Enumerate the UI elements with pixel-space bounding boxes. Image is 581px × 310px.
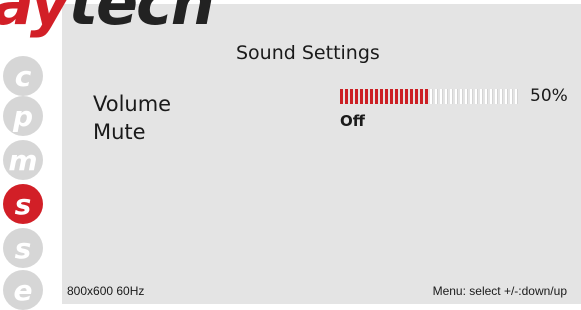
volume-segment-empty	[505, 89, 508, 104]
volume-segment-filled	[385, 89, 388, 104]
volume-segment-filled	[350, 89, 353, 104]
volume-segment-filled	[360, 89, 363, 104]
volume-segment-empty	[475, 89, 478, 104]
volume-slider[interactable]	[340, 89, 520, 104]
nav-item-s-active[interactable]: s	[3, 184, 43, 224]
page-title: Sound Settings	[236, 42, 380, 64]
volume-segment-empty	[500, 89, 503, 104]
volume-segment-empty	[450, 89, 453, 104]
volume-segment-filled	[355, 89, 358, 104]
volume-segment-empty	[470, 89, 473, 104]
volume-segment-empty	[430, 89, 433, 104]
menu-hint: Menu: select +/-:down/up	[432, 284, 567, 298]
volume-segment-filled	[390, 89, 393, 104]
volume-label[interactable]: Volume	[93, 92, 171, 116]
volume-segment-filled	[405, 89, 408, 104]
mute-value[interactable]: Off	[340, 112, 365, 130]
resolution-status: 800x600 60Hz	[67, 284, 145, 298]
s-letter-icon: s	[14, 187, 32, 221]
volume-segment-filled	[410, 89, 413, 104]
volume-segment-filled	[415, 89, 418, 104]
nav-item-m[interactable]: m	[3, 140, 43, 180]
volume-percent: 50%	[530, 86, 568, 106]
volume-segment-empty	[455, 89, 458, 104]
volume-segment-empty	[515, 89, 518, 104]
volume-segment-empty	[440, 89, 443, 104]
volume-segment-filled	[395, 89, 398, 104]
volume-segment-empty	[485, 89, 488, 104]
volume-segment-empty	[445, 89, 448, 104]
volume-segment-empty	[510, 89, 513, 104]
e-letter-icon: e	[13, 273, 33, 307]
volume-segment-filled	[375, 89, 378, 104]
mute-label[interactable]: Mute	[93, 120, 146, 144]
volume-segment-empty	[460, 89, 463, 104]
volume-segment-filled	[380, 89, 383, 104]
volume-segment-empty	[435, 89, 438, 104]
s-letter-icon: s	[14, 231, 32, 265]
nav-item-e[interactable]: e	[3, 270, 43, 310]
volume-segment-filled	[400, 89, 403, 104]
brand-logo-part1: ay	[0, 0, 70, 39]
brand-logo-part2: tech	[68, 0, 215, 39]
m-letter-icon: m	[8, 143, 38, 177]
p-letter-icon: p	[12, 99, 34, 133]
brand-logo: aytech	[0, 0, 215, 34]
volume-segment-empty	[465, 89, 468, 104]
volume-segment-empty	[495, 89, 498, 104]
c-letter-icon: c	[14, 59, 32, 93]
volume-segment-filled	[365, 89, 368, 104]
volume-segment-filled	[425, 89, 428, 104]
nav-item-p[interactable]: p	[3, 96, 43, 136]
volume-segment-filled	[340, 89, 343, 104]
volume-segment-filled	[370, 89, 373, 104]
volume-segment-filled	[420, 89, 423, 104]
nav-item-c[interactable]: c	[3, 56, 43, 96]
nav-item-s[interactable]: s	[3, 228, 43, 268]
volume-segment-empty	[480, 89, 483, 104]
volume-segment-empty	[490, 89, 493, 104]
volume-segment-filled	[345, 89, 348, 104]
